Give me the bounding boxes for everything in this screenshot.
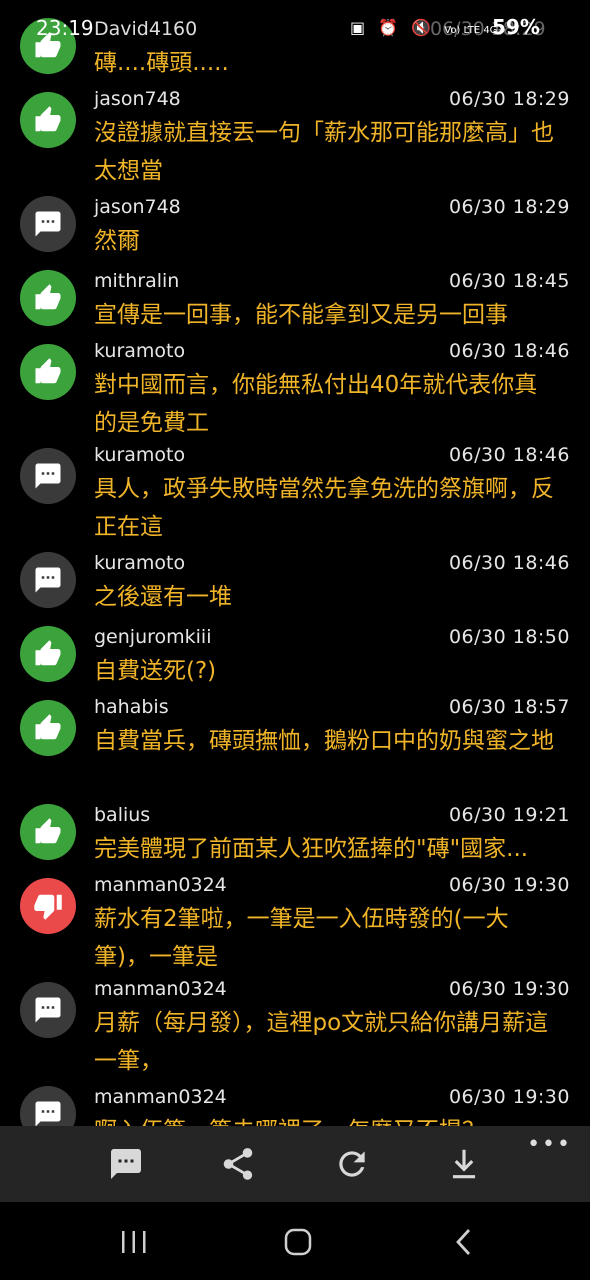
comment-timestamp: 06/30 18:29 [448, 88, 570, 110]
speech-bubble-icon [20, 448, 76, 504]
share-button[interactable] [216, 1144, 260, 1184]
battery-saver-icon: ▣ [350, 18, 370, 37]
thumbs-up-icon [20, 804, 76, 860]
speech-bubble-icon [20, 982, 76, 1038]
download-icon [452, 1149, 476, 1179]
battery-level: 59% [492, 15, 540, 39]
thumbs-up-icon [20, 270, 76, 326]
comment-timestamp: 06/30 19:21 [448, 804, 570, 826]
thumbs-up-icon [20, 92, 76, 148]
comment-text: 然爾 [94, 228, 140, 254]
comment-timestamp: 06/30 18:46 [448, 340, 570, 362]
status-partial-user: David4160 [94, 18, 198, 40]
back-button[interactable] [440, 1224, 488, 1260]
share-icon [223, 1148, 253, 1180]
status-bar: 23:19 David4160 06/30 18:29 ▣ ⏰ 🔇 Vo) LT… [0, 0, 590, 60]
thumbs-up-icon [20, 344, 76, 400]
home-button[interactable] [274, 1224, 322, 1260]
comment-feed[interactable]: 磚....磚頭..... jason748 06/30 18:29 沒證據就直接… [0, 0, 590, 1126]
speech-bubble-icon [20, 1086, 76, 1126]
comment-username[interactable]: kuramoto [94, 444, 185, 466]
comment-timestamp: 06/30 19:30 [448, 1086, 570, 1108]
comment-username[interactable]: manman0324 [94, 874, 227, 896]
recent-apps-button[interactable] [110, 1224, 158, 1260]
comment-username[interactable]: genjuromkiii [94, 626, 211, 648]
more-options-button[interactable]: ••• [527, 1132, 572, 1157]
comment-timestamp: 06/30 18:46 [448, 552, 570, 574]
comment-text: 對中國而言，你能無私付出40年就代表你真的是免費工 [94, 372, 538, 436]
comment-timestamp: 06/30 18:50 [448, 626, 570, 648]
comment-username[interactable]: jason748 [94, 88, 181, 110]
comment-text: 完美體現了前面某人狂吹猛捧的"磚"國家... [94, 836, 529, 862]
comment-text: 薪水有2筆啦，一筆是一入伍時發的(一大筆)，一筆是 [94, 906, 509, 970]
thumbs-down-icon [20, 878, 76, 934]
refresh-icon [339, 1151, 365, 1177]
recent-apps-icon [122, 1231, 146, 1253]
status-icons: ▣ ⏰ 🔇 Vo) LTE 4G+ [350, 18, 506, 37]
comment-text: 具人，政爭失敗時當然先拿免洗的祭旗啊，反正在這 [94, 476, 554, 540]
bottom-toolbar: ••• [0, 1126, 590, 1202]
comment-text: 月薪（每月發），這裡po文就只給你講月薪這一筆， [94, 1010, 549, 1074]
comment-username[interactable]: manman0324 [94, 978, 227, 1000]
status-time: 23:19 [36, 16, 94, 40]
comment-icon [111, 1149, 141, 1179]
comment-username[interactable]: kuramoto [94, 340, 185, 362]
comment-username[interactable]: manman0324 [94, 1086, 227, 1108]
comment-timestamp: 06/30 18:45 [448, 270, 570, 292]
comment-text: 自費當兵，磚頭撫恤，鵝粉口中的奶與蜜之地 [94, 728, 554, 754]
thumbs-up-icon [20, 626, 76, 682]
alarm-icon: ⏰ [378, 18, 403, 37]
download-button[interactable] [442, 1144, 486, 1184]
comment-timestamp: 06/30 19:30 [448, 978, 570, 1000]
comment-username[interactable]: kuramoto [94, 552, 185, 574]
refresh-button[interactable] [330, 1144, 374, 1184]
comment-text: 啊入伍筆一筆去哪裡了，怎麼又不提？ [94, 1112, 556, 1126]
comment-timestamp: 06/30 19:30 [448, 874, 570, 896]
speech-bubble-icon [20, 552, 76, 608]
comment-username[interactable]: mithralin [94, 270, 179, 292]
comment-timestamp: 06/30 18:29 [448, 196, 570, 218]
thumbs-up-icon [20, 700, 76, 756]
mute-icon: 🔇 [411, 18, 436, 37]
comment-timestamp: 06/30 18:57 [448, 696, 570, 718]
comment-username[interactable]: balius [94, 804, 150, 826]
comment-text: 自費送死(?) [94, 658, 217, 684]
comment-username[interactable]: jason748 [94, 196, 181, 218]
comment-text: 宣傳是一回事，能不能拿到又是另一回事 [94, 302, 508, 328]
home-icon [284, 1228, 312, 1256]
comment-text: 之後還有一堆 [94, 584, 232, 610]
speech-bubble-icon [20, 196, 76, 252]
comment-timestamp: 06/30 18:46 [448, 444, 570, 466]
comment-text: 沒證據就直接丟一句「薪水那可能那麼高」也太想當 [94, 120, 554, 184]
back-icon [456, 1229, 471, 1255]
comment-button[interactable] [104, 1144, 148, 1184]
system-nav-bar [0, 1202, 590, 1280]
comment-username[interactable]: hahabis [94, 696, 169, 718]
